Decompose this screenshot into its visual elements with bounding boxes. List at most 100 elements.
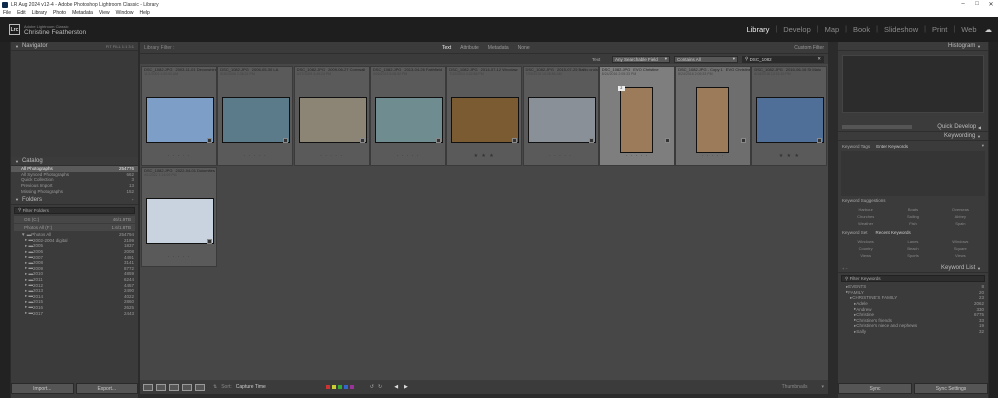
rotate-right-icon[interactable]: ↻ bbox=[378, 384, 382, 390]
module-print[interactable]: Print bbox=[932, 25, 947, 34]
catalog-item[interactable]: Missing Photographs 152 bbox=[11, 188, 138, 194]
cloud-sync-icon[interactable]: ☁ bbox=[985, 25, 993, 34]
search-input[interactable]: ⚲ DSC_1082 ✕ bbox=[742, 55, 824, 63]
star-rating[interactable]: ★ ★ ★ bbox=[447, 153, 521, 159]
photo-thumbnail[interactable] bbox=[696, 87, 730, 153]
photo-thumbnail[interactable] bbox=[222, 97, 291, 143]
menu-item-file[interactable]: File bbox=[3, 10, 11, 16]
previous-photo-icon[interactable]: ◀ bbox=[394, 384, 398, 390]
filter-preset-select[interactable]: Custom Filter bbox=[794, 45, 824, 51]
module-web[interactable]: Web bbox=[961, 25, 976, 34]
star-rating[interactable]: · · · · · bbox=[676, 153, 750, 159]
keyword-suggestion[interactable]: Views bbox=[842, 253, 889, 258]
keyword-suggestion[interactable]: Fish bbox=[889, 221, 936, 226]
keyword-suggestion[interactable]: Spain bbox=[937, 221, 984, 226]
photo-thumbnail[interactable] bbox=[146, 97, 214, 143]
compare-view-icon[interactable] bbox=[169, 383, 179, 391]
maximize-icon[interactable]: □ bbox=[970, 1, 984, 8]
grid-cell[interactable]: DSC_1082.JPG - Copy 1 EVO Christine 8/24/2… bbox=[675, 66, 752, 166]
module-map[interactable]: Map bbox=[825, 25, 840, 34]
sync-button[interactable]: Sync bbox=[838, 383, 912, 394]
menu-item-edit[interactable]: Edit bbox=[17, 10, 26, 16]
folders-header[interactable]: ▼ Folders + bbox=[11, 195, 138, 205]
keyword-suggestion[interactable]: Windows bbox=[937, 239, 984, 244]
menu-item-window[interactable]: Window bbox=[116, 10, 134, 16]
color-labels[interactable] bbox=[325, 385, 356, 389]
searchable-field-select[interactable]: Any Searchable Field ▾ bbox=[612, 55, 670, 63]
keyword-suggestion[interactable]: Square bbox=[937, 246, 984, 251]
photo-thumbnail[interactable] bbox=[619, 87, 653, 153]
keyword-suggestion[interactable]: Country bbox=[842, 246, 889, 251]
drive-item[interactable]: OS (C:) 46/1.9TB bbox=[14, 215, 135, 223]
photo-thumbnail[interactable] bbox=[527, 97, 596, 143]
keywording-header[interactable]: Keywording ▼ bbox=[838, 132, 988, 141]
purple-label-icon[interactable] bbox=[349, 385, 354, 389]
people-view-icon[interactable] bbox=[195, 383, 205, 391]
keyword-suggestion[interactable]: Sailing bbox=[889, 214, 936, 219]
star-rating[interactable]: · · · · · bbox=[142, 254, 216, 260]
photo-thumbnail[interactable] bbox=[146, 198, 214, 244]
module-slideshow[interactable]: Slideshow bbox=[884, 25, 918, 34]
grid-cell[interactable]: DSC_1082.JPG 2014-07-12 Wroclaw 7/12/2014 … bbox=[446, 66, 523, 166]
photo-thumbnail[interactable] bbox=[374, 97, 443, 143]
keyword-list-header[interactable]: + − Keyword List ▼ bbox=[838, 264, 988, 273]
star-rating[interactable]: ★ ★ ★ bbox=[752, 153, 826, 159]
menu-item-photo[interactable]: Photo bbox=[53, 10, 66, 16]
grid-cell[interactable]: DSC_1082.JPG 2003-11-01 Devonshire 11/1/20… bbox=[141, 66, 217, 166]
menu-item-help[interactable]: Help bbox=[139, 10, 149, 16]
photo-thumbnail[interactable] bbox=[451, 97, 520, 143]
grid-cell[interactable]: DSC_1082.JPG EVO Christine 8/24/2016 2:05:… bbox=[598, 66, 675, 166]
grid-cell[interactable]: DSC_1082.JPG 2015-07-25 Baltic cruise 7/25… bbox=[522, 66, 599, 166]
keyword-suggestion[interactable]: Abbey bbox=[937, 214, 984, 219]
menu-item-metadata[interactable]: Metadata bbox=[72, 10, 93, 16]
star-rating[interactable]: · · · · · bbox=[295, 153, 369, 159]
add-keyword-icon[interactable]: + − bbox=[842, 266, 848, 271]
quick-develop-header[interactable]: Quick Develop ◀ bbox=[838, 123, 988, 132]
clear-search-icon[interactable]: ✕ bbox=[817, 56, 821, 62]
grid-cell[interactable]: DSC_1082.JPG 2016-06-16 St Malo 6/16/2016 … bbox=[751, 66, 828, 166]
keyword-suggestion[interactable]: Views bbox=[937, 253, 984, 258]
right-edge-panel[interactable] bbox=[989, 42, 998, 398]
keyword-suggestion[interactable]: Sports bbox=[889, 253, 936, 258]
keyword-item[interactable]: ▸ Sally 32 bbox=[838, 329, 988, 335]
yellow-label-icon[interactable] bbox=[331, 385, 336, 389]
rotate-left-icon[interactable]: ↺ bbox=[370, 384, 374, 390]
catalog-header[interactable]: ▼ Catalog bbox=[11, 157, 138, 166]
module-book[interactable]: Book bbox=[853, 25, 870, 34]
filter-tab-none[interactable]: None bbox=[518, 45, 530, 51]
menu-item-library[interactable]: Library bbox=[32, 10, 47, 16]
keyword-suggestion[interactable]: Churches bbox=[842, 214, 889, 219]
next-photo-icon[interactable]: ▶ bbox=[404, 384, 408, 390]
grid-cell[interactable]: DSC_1082.JPG 2006-05-30 LA 5/30/2006 2:36:… bbox=[217, 66, 294, 166]
sort-select[interactable]: Capture Time bbox=[236, 384, 266, 390]
loupe-view-icon[interactable] bbox=[156, 383, 166, 391]
green-label-icon[interactable] bbox=[337, 385, 342, 389]
filter-keywords-field[interactable]: ⚲ Filter Keywords bbox=[841, 275, 985, 282]
drive-item[interactable]: Photos All (F:) 1.6/1.8TB bbox=[14, 223, 135, 231]
blue-label-icon[interactable] bbox=[343, 385, 348, 389]
photo-thumbnail[interactable] bbox=[298, 97, 367, 143]
grid-cell[interactable]: DSC_1082.JPG 2009-06-27 Cornwall 6/27/2009… bbox=[293, 66, 370, 166]
grid-cell[interactable]: DSC_1082.JPG 2022-04-01 Dolomites 4/1/2022… bbox=[141, 167, 217, 267]
import-button[interactable]: Import... bbox=[11, 383, 74, 394]
star-rating[interactable]: · · · · · bbox=[218, 153, 292, 159]
menu-item-view[interactable]: View bbox=[99, 10, 110, 16]
filter-tab-text[interactable]: Text bbox=[442, 45, 451, 51]
keyword-set-select[interactable]: Recent Keywords bbox=[876, 230, 911, 235]
module-develop[interactable]: Develop bbox=[783, 25, 811, 34]
folder-item[interactable]: ▸ ▬ 2017 2443 bbox=[11, 310, 138, 316]
filter-tab-metadata[interactable]: Metadata bbox=[488, 45, 509, 51]
close-icon[interactable]: ✕ bbox=[984, 1, 998, 8]
filter-folders-field[interactable]: ⚲ Filter Folders bbox=[14, 206, 135, 214]
star-rating[interactable]: · · · · · bbox=[371, 153, 445, 159]
keyword-suggestion[interactable]: Lanes bbox=[889, 239, 936, 244]
filter-tab-attribute[interactable]: Attribute bbox=[460, 45, 479, 51]
export-button[interactable]: Export... bbox=[75, 383, 138, 394]
keyword-suggestion[interactable]: Windows bbox=[842, 239, 889, 244]
star-rating[interactable]: · · · · · bbox=[142, 153, 216, 159]
keyword-suggestion[interactable]: Beach bbox=[889, 246, 936, 251]
sort-direction-icon[interactable]: ⇅ bbox=[213, 384, 217, 390]
histogram-header[interactable]: Histogram ▼ bbox=[838, 42, 988, 51]
minimize-icon[interactable]: – bbox=[956, 1, 970, 8]
toolbar-menu-icon[interactable]: ▾ bbox=[821, 384, 824, 390]
